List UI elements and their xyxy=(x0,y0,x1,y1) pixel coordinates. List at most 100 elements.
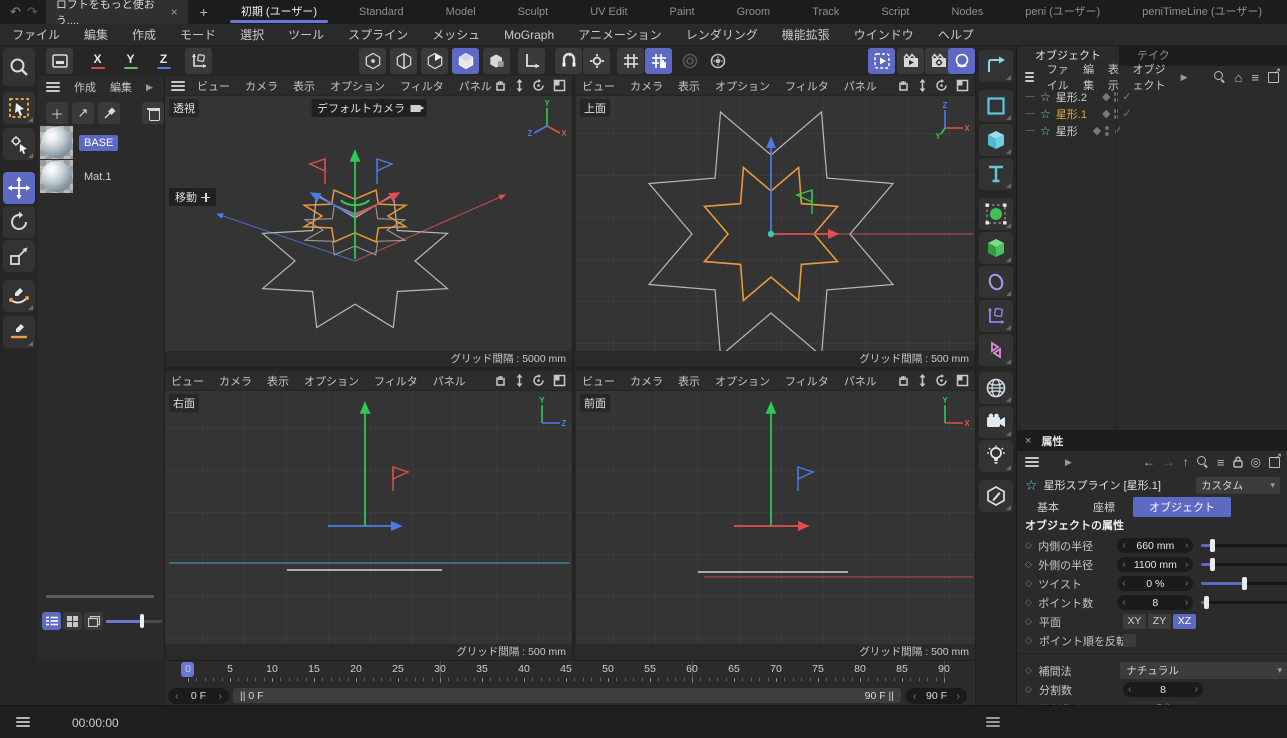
target-icon[interactable]: ◎ xyxy=(1251,455,1261,469)
layer-icon[interactable]: ◆ xyxy=(1102,90,1110,103)
material-item-0[interactable]: BASE xyxy=(40,126,118,159)
key-diamond-icon[interactable]: ◇ xyxy=(1025,635,1039,646)
viewport-menu-0[interactable]: ビュー xyxy=(197,78,230,94)
right-axis-gizmo[interactable]: Y Z xyxy=(526,395,568,435)
tab-coordinates[interactable]: 座標 xyxy=(1077,497,1131,517)
cube-primitive-button[interactable] xyxy=(979,124,1013,156)
viewport-menu-5[interactable]: パネル xyxy=(433,373,466,389)
pan-hand-icon[interactable] xyxy=(494,79,507,92)
viewport-menu-5[interactable]: パネル xyxy=(844,78,877,94)
viewport-menu-1[interactable]: カメラ xyxy=(630,373,663,389)
material-menu-more-icon[interactable]: ▶ xyxy=(146,82,153,93)
attribute-hamburger-icon[interactable] xyxy=(1025,455,1039,469)
attribute-value[interactable]: 8 xyxy=(1152,597,1158,609)
grid-toggle-button[interactable] xyxy=(617,48,644,74)
slider-handle[interactable] xyxy=(1210,539,1215,552)
key-diamond-icon[interactable]: ◇ xyxy=(1025,540,1038,551)
close-document-icon[interactable]: × xyxy=(171,5,178,19)
layout-tab-1[interactable]: Standard xyxy=(338,0,425,24)
spin-decrement-icon[interactable]: ‹ xyxy=(1128,684,1131,695)
menu-item-0[interactable]: ファイル xyxy=(12,26,60,43)
status-menu-icon[interactable] xyxy=(16,715,30,729)
undo-icon[interactable]: ↶ xyxy=(10,4,21,20)
viewport-menu-0[interactable]: ビュー xyxy=(171,373,204,389)
endframe-decrement-icon[interactable]: ‹ xyxy=(913,690,917,702)
viewport-menu-3[interactable]: オプション xyxy=(330,78,385,94)
filter-icon[interactable]: ≡ xyxy=(1251,70,1259,85)
render-to-picture-viewer-button[interactable] xyxy=(897,48,924,74)
frame-increment-icon[interactable]: › xyxy=(218,690,222,702)
orbit-icon[interactable] xyxy=(935,374,948,387)
viewport-right-canvas[interactable]: 右面 Y Z グリッド間隔 : 500 mm xyxy=(165,391,572,660)
top-axis-gizmo[interactable]: Z X Y xyxy=(929,100,971,140)
material-scrollbar[interactable] xyxy=(46,595,154,598)
viewport-persp-camera-label[interactable]: デフォルトカメラ xyxy=(311,99,426,117)
attribute-search-icon[interactable] xyxy=(1197,456,1209,468)
viewport-menu-2[interactable]: 表示 xyxy=(267,373,289,389)
layout-tab-5[interactable]: Paint xyxy=(649,0,716,24)
viewport-menu-1[interactable]: カメラ xyxy=(630,78,663,94)
current-frame-spinner[interactable]: ‹ 0 F › xyxy=(168,688,229,704)
viewport-menu-0[interactable]: ビュー xyxy=(582,373,615,389)
text-spline-button[interactable] xyxy=(979,158,1013,190)
menu-item-5[interactable]: ツール xyxy=(288,26,324,43)
lock-icon[interactable] xyxy=(1233,456,1243,468)
menu-item-7[interactable]: メッシュ xyxy=(432,26,480,43)
attribute-spinner[interactable]: ‹660 mm› xyxy=(1117,538,1193,553)
viewport-menu-5[interactable]: パネル xyxy=(844,373,877,389)
orbit-icon[interactable] xyxy=(935,79,948,92)
object-name[interactable]: 星形.2 xyxy=(1056,89,1087,105)
object-manager-menu-more-icon[interactable]: ▶ xyxy=(1181,72,1188,83)
edges-mode-button[interactable] xyxy=(390,48,417,74)
layout-tab-3[interactable]: Sculpt xyxy=(497,0,570,24)
menu-item-8[interactable]: MoGraph xyxy=(504,28,554,42)
menu-item-10[interactable]: レンダリング xyxy=(686,26,758,43)
dolly-zoom-icon[interactable] xyxy=(515,79,524,92)
parent-object-icon[interactable]: ↑ xyxy=(1183,455,1189,469)
workplane-mode-button[interactable] xyxy=(518,48,545,74)
attribute-value[interactable]: 0 % xyxy=(1146,578,1164,590)
attribute-spinner[interactable]: ‹8› xyxy=(1117,595,1193,610)
spin-increment-icon[interactable]: › xyxy=(1185,578,1188,589)
object-row-1[interactable]: ☆星形.1◆✓ xyxy=(1017,105,1287,122)
extrude-generator-button[interactable] xyxy=(979,232,1013,264)
spin-increment-icon[interactable]: › xyxy=(1185,597,1188,608)
polygons-mode-button[interactable] xyxy=(421,48,448,74)
close-panel-icon[interactable]: × xyxy=(1025,435,1031,447)
sky-environment-button[interactable] xyxy=(979,372,1013,404)
viewport-menu-0[interactable]: ビュー xyxy=(582,78,615,94)
viewport-persp-canvas[interactable]: 透視 デフォルトカメラ 移動 xyxy=(165,96,572,367)
spline-arc-tool-button[interactable] xyxy=(979,50,1013,82)
attribute-value[interactable]: 1100 mm xyxy=(1134,559,1177,571)
tab-basic[interactable]: 基本 xyxy=(1021,497,1075,517)
layout-tab-4[interactable]: UV Edit xyxy=(569,0,648,24)
maximize-view-icon[interactable] xyxy=(553,79,566,92)
range-start-label[interactable]: || 0 F xyxy=(233,690,264,702)
viewport-right-label[interactable]: 右面 xyxy=(169,394,199,412)
material-name[interactable]: Mat.1 xyxy=(79,169,117,185)
layout-tab-11[interactable]: peniTimeLine (ユーザー) xyxy=(1121,0,1283,24)
layer-icon[interactable]: ◆ xyxy=(1102,107,1110,120)
visibility-dots-icon[interactable] xyxy=(1105,126,1109,136)
menu-item-12[interactable]: ウインドウ xyxy=(854,26,914,43)
viewport-menu-2[interactable]: 表示 xyxy=(293,78,315,94)
dolly-zoom-icon[interactable] xyxy=(918,79,927,92)
layout-tab-0[interactable]: 初期 (ユーザー) xyxy=(220,0,338,24)
viewport-menu-5[interactable]: パネル xyxy=(459,78,492,94)
z-axis-lock-button[interactable]: Z xyxy=(150,48,177,74)
spline-pen-tool[interactable] xyxy=(3,280,35,312)
material-menu-edit[interactable]: 編集 xyxy=(110,79,132,95)
plane-option-zy[interactable]: ZY xyxy=(1148,614,1171,629)
viewport-top[interactable]: ビューカメラ表示オプションフィルタパネル 上面 Z X Y xyxy=(576,76,975,369)
attribute-slider[interactable] xyxy=(1201,558,1287,571)
viewport-menu-1[interactable]: カメラ xyxy=(219,373,252,389)
interactive-render-region-button[interactable] xyxy=(948,48,975,74)
viewport-front-label[interactable]: 前面 xyxy=(580,394,610,412)
pick-material-button[interactable] xyxy=(98,102,120,124)
enabled-check-icon[interactable]: ✓ xyxy=(1113,124,1122,137)
end-frame-spinner[interactable]: ‹ 90 F › xyxy=(906,688,967,704)
menu-item-13[interactable]: ヘルプ xyxy=(938,26,974,43)
preset-dropdown[interactable]: カスタム▾ xyxy=(1196,477,1280,494)
object-row-2[interactable]: ☆星形◆✓ xyxy=(1017,122,1287,139)
orbit-icon[interactable] xyxy=(532,79,545,92)
